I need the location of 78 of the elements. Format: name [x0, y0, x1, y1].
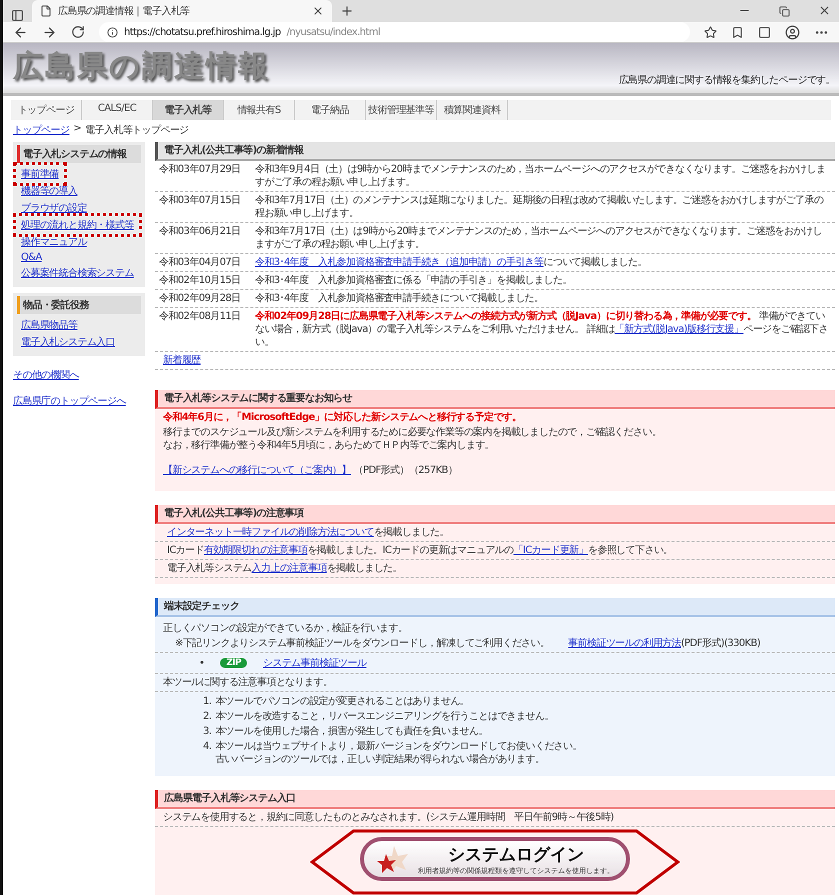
caution-heading: 本ツールに関する注意事項となります。 — [163, 677, 332, 688]
list-number: 2. — [203, 710, 212, 723]
text-link[interactable]: 「ICカード更新」 — [513, 545, 588, 556]
news-date: 令和02年08月11日 — [159, 310, 242, 324]
rule-text: 古いバージョンのツールでは，正しい判定結果が得られない場合があります。 — [215, 753, 546, 766]
caution-text: 電子入札等システム入力上の注意事項を掲載しました。 — [167, 562, 404, 575]
sidebar-title: 物品・委託役務 — [17, 296, 141, 314]
text-link[interactable]: インターネット一時ファイルの削除方法について — [167, 527, 374, 538]
url-host: https://chotatsu.pref.hiroshima.lg.jp — [124, 26, 281, 38]
panel-title: 広島県電子入札等システム入口 — [155, 790, 835, 809]
notice-text: なお，移行準備が整う令和4年5月頃に，あらためてＨＰ内等でご案内します。 — [163, 440, 494, 451]
caution-text: インターネット一時ファイルの削除方法についてを掲載しました。 — [167, 526, 450, 539]
sidebar-link[interactable]: 電子入札システム入口 — [17, 334, 120, 350]
news-date: 令和03年04月07日 — [159, 256, 242, 269]
news-date: 令和02年09月28日 — [159, 292, 242, 305]
address-field[interactable]: https://chotatsu.pref.hiroshima.lg.jp /nyusatsu/index.html — [99, 22, 690, 42]
entrance-text: システムを使用すると，規約に同意したものとみなされます。(システム運用時間 平日午前9時～午後5時) — [163, 812, 614, 823]
sidebar-link[interactable]: 公募案件統合検索システム — [17, 265, 138, 281]
news-text: 令和3年7月17日（土）は9時から20時までメンテナンスのため，当ホームページへのアクセスができなくなります。ご迷惑をおかけしますがご了承の程お願い申し上げます。 — [255, 225, 823, 251]
sidebar-link[interactable]: 広島県庁のトップページへ — [13, 394, 145, 408]
rule-text: 本ツールは当ウェブサイトより，最新バージョンをダウンロードしてお使いください。 — [215, 740, 582, 753]
panel-title: 電子入札(公共工事等)の注意事項 — [155, 505, 835, 524]
list-number: 4. — [203, 740, 212, 754]
news-date: 令和03年06月21日 — [159, 225, 242, 239]
site-title: 広島県の調達情報 — [13, 48, 270, 86]
rule-text: 本ツールを使用した場合，損害が発生しても責任を負いません。 — [215, 725, 488, 738]
history-link[interactable]: 新着履歴 — [163, 355, 201, 366]
nav-tab[interactable]: 電子納品 — [295, 100, 366, 120]
check-intro: 正しくパソコンの設定ができているか，検証を行います。 — [163, 623, 408, 634]
bullet-icon: • — [199, 658, 204, 668]
sidebar-link[interactable]: 広島県物品等 — [17, 317, 82, 333]
caution-text: ICカード有効期限切れの注意事項を掲載しました。ICカードの更新はマニュアルの「ICカード更新」を参照して下さい。 — [167, 544, 674, 557]
nav-tab[interactable]: 情報共有S — [224, 100, 295, 120]
file-info: （PDF形式）（257KB） — [354, 465, 458, 476]
news-text: 令和3･4年度 入札参加資格審査申請手続きについて掲載しました。 — [255, 292, 545, 305]
breadcrumb-link[interactable]: トップページ — [13, 123, 70, 137]
news-text: 令和3年7月17日（土）のメンテナンスは延期になりました。延期後の日程は改めて掲載いたします。ご迷惑をおかけしますがご了承の程お願い申し上げます。 — [255, 194, 824, 220]
alert-text: 令和4年6月に，「MicrosoftEdge」に対応した新システムへと移行する予定です。 — [163, 412, 522, 423]
rule-text: 本ツールでパソコンの設定が変更されることはありません。 — [215, 695, 470, 708]
breadcrumb-current: 電子入札等トップページ — [85, 124, 189, 137]
notice-text: 移行までのスケジュール及び新システムを利用するために必要な作業等の案内を掲載しましたので，ご確認ください。 — [163, 427, 662, 438]
news-text: 令和3･4年度 入札参加資格審査に係る「申請の手引き」を掲載しました。 — [255, 274, 573, 287]
text-link[interactable]: 有効期限切れの注意事項 — [204, 545, 308, 556]
text-link[interactable]: 事前検証ツールの利用方法 — [568, 638, 681, 649]
text-link[interactable]: 「新方式(脱Java)版移行支援」 — [614, 324, 744, 335]
nav-tab[interactable]: 電子入札等 — [153, 100, 224, 120]
news-text: 令和02年09月28日に広島県電子入札等システムへの接続方式が新方式（脱Java）に切り替わる為，準備が必要です。 準備ができていない場合，新方式（脱Java）の電子入札等システムをご利用いただけません。 詳細は「新方式(脱Java)版移行支援」ページをご確認下さい。 — [255, 310, 830, 349]
text-link[interactable]: 入力上の注意事項 — [252, 563, 327, 574]
url-path: /nyusatsu/index.html — [286, 26, 380, 38]
zip-badge: ZIP — [220, 658, 247, 668]
pdf-link[interactable]: 【新システムへの移行について（ご案内）】 — [163, 465, 352, 476]
sidebar-link[interactable]: 操作マニュアル — [17, 234, 91, 250]
tab-title: 広島県の調達情報｜電子入札等 — [58, 4, 191, 18]
download-link[interactable]: システム事前検証ツール — [262, 656, 366, 670]
sidebar-link[interactable]: 機器等の導入 — [17, 183, 82, 199]
sidebar-link[interactable]: ブラウザの設定 — [17, 200, 91, 216]
list-number: 3. — [203, 725, 212, 738]
panel-title: 電子入札(公共工事等)の新着情報 — [155, 142, 835, 161]
site-tagline: 広島県の調達に関する情報を集約したページです。 — [618, 74, 835, 87]
breadcrumb-separator: > — [73, 123, 82, 136]
panel-title: 電子入札等システムに関する重要なお知らせ — [155, 390, 835, 409]
list-number: 1. — [203, 695, 212, 708]
news-date: 令和02年10月15日 — [159, 274, 242, 287]
rule-text: 本ツールを改造すること，リバースエンジニアリングを行うことはできません。 — [215, 710, 554, 723]
nav-tab[interactable]: 技術管理基準等 — [366, 100, 437, 120]
text-link[interactable]: 令和3･4年度 入札参加資格審査申請手続き（追加申請）の手引き等 — [255, 257, 544, 268]
sidebar-link[interactable]: Q&A — [17, 251, 46, 264]
browser-tab[interactable]: 広島県の調達情報｜電子入札等 — [32, 0, 332, 22]
news-text: 令和3･4年度 入札参加資格審査申請手続き（追加申請）の手引き等について掲載しました。 — [255, 256, 648, 269]
news-date: 令和03年07月29日 — [159, 163, 242, 177]
news-text: 令和3年9月4日（土）は9時から20時までメンテナンスのため，当ホームページへのアクセスができなくなります。ご迷惑をおかけしますがご了承の程お願い申し上げます。 — [255, 163, 826, 189]
check-note: ※下記リンクよりシステム事前検証ツールをダウンロードし，解凍してご利用ください。 事前検証ツールの利用方法(PDF形式)(330KB) — [175, 637, 762, 650]
nav-tab[interactable]: トップページ — [11, 100, 82, 120]
sidebar-link[interactable]: その他の機関へ — [13, 368, 145, 382]
nav-tab[interactable]: 積算関連資料 — [437, 100, 508, 120]
panel-title: 端末設定チェック — [155, 598, 835, 617]
news-date: 令和03年07月15日 — [159, 194, 242, 208]
sidebar-title: 電子入札システムの情報 — [17, 145, 141, 163]
